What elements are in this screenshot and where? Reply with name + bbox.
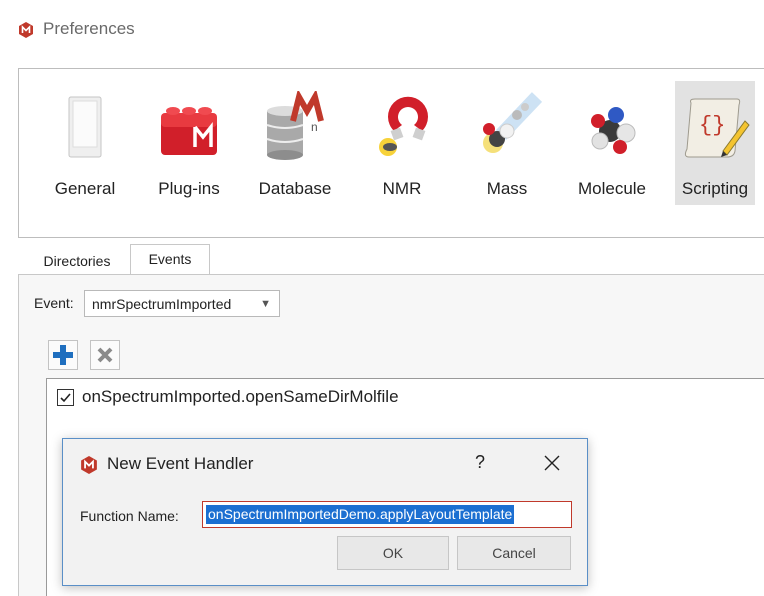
tab-events[interactable]: Events: [130, 244, 210, 275]
remove-icon: [97, 347, 113, 363]
event-select-value: nmrSpectrumImported: [92, 296, 232, 312]
cancel-button[interactable]: Cancel: [457, 536, 571, 570]
category-label: Mass: [486, 179, 528, 198]
function-name-input[interactable]: onSpectrumImportedDemo.applyLayoutTempla…: [202, 501, 572, 528]
category-mass[interactable]: Mass: [461, 81, 553, 205]
category-plugins[interactable]: Plug-ins: [143, 81, 235, 205]
category-molecule[interactable]: Molecule: [565, 81, 659, 205]
category-scripting[interactable]: {} Scripting: [675, 81, 755, 205]
database-icon: n: [266, 91, 324, 160]
tab-directories[interactable]: Directories: [24, 244, 130, 275]
molecule-icon: [591, 107, 636, 154]
mestrenova-logo-icon: [81, 456, 97, 474]
category-database[interactable]: n Database: [247, 81, 343, 205]
ok-button[interactable]: OK: [337, 536, 449, 570]
plus-icon: [53, 345, 73, 365]
remove-handler-button[interactable]: [90, 340, 120, 370]
dialog-title: New Event Handler: [107, 454, 254, 473]
function-name-value: onSpectrumImportedDemo.applyLayoutTempla…: [206, 505, 515, 524]
event-label: Event:: [34, 295, 74, 311]
title-bar: Preferences: [0, 0, 764, 58]
window-title: Preferences: [43, 19, 135, 38]
nmr-icon: [379, 96, 428, 156]
close-icon[interactable]: [541, 452, 563, 474]
category-label: Scripting: [681, 179, 749, 198]
category-general[interactable]: General: [39, 81, 131, 205]
checkmark-icon: [60, 393, 71, 403]
category-label: Database: [258, 179, 332, 198]
add-handler-button[interactable]: [48, 340, 78, 370]
category-panel: General Plug-ins n Database NMR Mass Mol…: [18, 68, 764, 238]
mestrenova-logo-icon: [19, 22, 33, 38]
category-label: Molecule: [577, 179, 647, 198]
category-nmr[interactable]: NMR: [359, 81, 445, 205]
scripting-icon: {}: [684, 98, 750, 158]
category-label: NMR: [382, 179, 422, 198]
chevron-down-icon: ▼: [260, 298, 271, 310]
category-label: Plug-ins: [158, 179, 220, 198]
mass-icon: [483, 92, 543, 153]
category-label: General: [54, 179, 116, 198]
function-name-label: Function Name:: [80, 508, 179, 524]
new-event-handler-dialog: New Event Handler ? Function Name: onSpe…: [62, 438, 588, 586]
event-select[interactable]: nmrSpectrumImported ▼: [84, 290, 280, 317]
handler-checkbox[interactable]: [57, 389, 74, 406]
svg-text:n: n: [311, 120, 318, 134]
plugins-icon: [161, 107, 217, 155]
svg-text:{}: {}: [699, 113, 725, 138]
general-icon: [68, 96, 102, 158]
handler-name: onSpectrumImported.openSameDirMolfile: [82, 387, 399, 406]
help-button[interactable]: ?: [475, 452, 485, 473]
